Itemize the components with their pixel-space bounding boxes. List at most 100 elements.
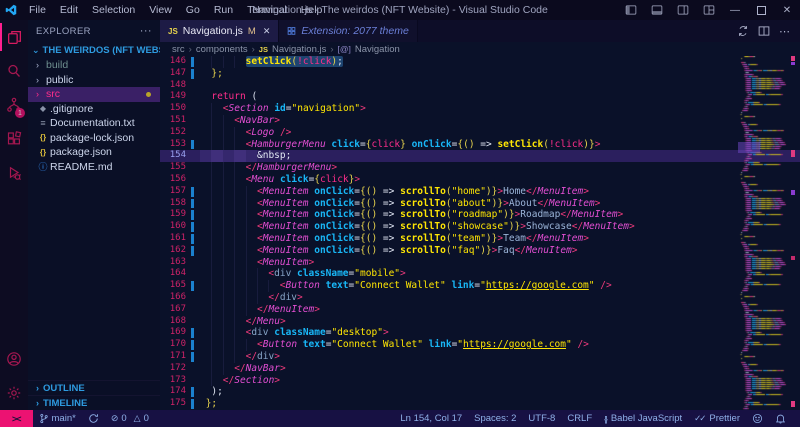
- project-root[interactable]: ⌄ THE WEIRDOS (NFT WEBSITE): [28, 42, 160, 58]
- code-line-163[interactable]: 163<MenuItem>: [160, 257, 800, 269]
- code-line-169[interactable]: 169<div className="desktop">: [160, 327, 800, 339]
- code-line-167[interactable]: 167</MenuItem>: [160, 304, 800, 316]
- search-icon[interactable]: [0, 54, 28, 88]
- menu-run[interactable]: Run: [207, 0, 240, 20]
- code-line-166[interactable]: 166</div>: [160, 292, 800, 304]
- chevron-right-icon: ›: [36, 75, 46, 85]
- gutter-spacer: [191, 150, 194, 162]
- code-line-153[interactable]: 153<HamburgerMenu click={click} onClick=…: [160, 139, 800, 151]
- layout-sidebar-button[interactable]: [618, 0, 644, 20]
- code-line-151[interactable]: 151<NavBar>: [160, 115, 800, 127]
- code-line-175[interactable]: 175};: [160, 398, 800, 410]
- formatter[interactable]: ✓✓Prettier: [688, 410, 746, 427]
- menu-help[interactable]: Help: [294, 0, 330, 20]
- close-icon[interactable]: ✕: [263, 26, 271, 37]
- problems[interactable]: ⊘0△0: [105, 410, 155, 427]
- menu-file[interactable]: File: [22, 0, 53, 20]
- code-line-146[interactable]: 146setClick(!click);: [160, 56, 800, 68]
- encoding[interactable]: UTF-8: [522, 410, 561, 427]
- layout-panel-button[interactable]: [644, 0, 670, 20]
- menu-go[interactable]: Go: [179, 0, 207, 20]
- json-icon: {}: [36, 133, 50, 142]
- folder-src[interactable]: ›src: [28, 87, 160, 102]
- folder-build[interactable]: ›build: [28, 58, 160, 73]
- folder-public[interactable]: ›public: [28, 73, 160, 88]
- line-number: 164: [160, 268, 191, 280]
- cursor-position[interactable]: Ln 154, Col 17: [394, 410, 468, 427]
- chevron-right-icon: ›: [36, 383, 39, 393]
- minimap[interactable]: [738, 56, 788, 410]
- file-package-lock-json[interactable]: {}package-lock.json: [28, 131, 160, 146]
- code-line-150[interactable]: 150<Section id="navigation">: [160, 103, 800, 115]
- extensions-icon[interactable]: [0, 122, 28, 156]
- menu-edit[interactable]: Edit: [53, 0, 85, 20]
- code-line-168[interactable]: 168</Menu>: [160, 316, 800, 328]
- json-icon: {}: [36, 148, 50, 157]
- breadcrumb-item[interactable]: src: [172, 44, 185, 55]
- menu-bar: FileEditSelectionViewGoRunTerminalHelp: [22, 0, 329, 20]
- explorer-icon[interactable]: [0, 20, 28, 54]
- close-button[interactable]: ✕: [774, 0, 800, 20]
- file--gitignore[interactable]: ◆.gitignore: [28, 102, 160, 117]
- code-line-161[interactable]: 161<MenuItem onClick={() => scrollTo("te…: [160, 233, 800, 245]
- explorer-more-actions-icon[interactable]: ···: [140, 25, 152, 37]
- settings-icon[interactable]: [0, 376, 28, 410]
- maximize-button[interactable]: [748, 0, 774, 20]
- indentation[interactable]: Spaces: 2: [468, 410, 522, 427]
- code-line-148[interactable]: 148: [160, 80, 800, 92]
- run-debug-icon[interactable]: [0, 156, 28, 190]
- code-line-172[interactable]: 172</NavBar>: [160, 363, 800, 375]
- breadcrumb-item[interactable]: Navigation: [355, 44, 400, 55]
- language-mode[interactable]: {}Babel JavaScript: [598, 410, 688, 427]
- more-actions-icon[interactable]: ⋯: [779, 22, 790, 40]
- code-editor[interactable]: 146setClick(!click);147};148149return (1…: [160, 56, 800, 410]
- panel-timeline[interactable]: ›TIMELINE: [28, 395, 160, 410]
- open-changes-icon[interactable]: [737, 25, 749, 37]
- file-readme-md[interactable]: ⓘREADME.md: [28, 160, 160, 175]
- breadcrumb[interactable]: src›components›JSNavigation.js›[@]Naviga…: [160, 42, 800, 56]
- code-line-155[interactable]: 155</HamburgerMenu>: [160, 162, 800, 174]
- line-content: <MenuItem onClick={() => scrollTo("showc…: [200, 221, 800, 233]
- menu-terminal[interactable]: Terminal: [240, 0, 294, 20]
- minimize-button[interactable]: —: [722, 0, 748, 20]
- code-line-152[interactable]: 152<Logo />: [160, 127, 800, 139]
- notifications[interactable]: [769, 410, 792, 427]
- tab-extension-2077-theme[interactable]: Extension: 2077 theme: [279, 20, 417, 42]
- feedback[interactable]: [746, 410, 769, 427]
- eol[interactable]: CRLF: [561, 410, 598, 427]
- tab-navigation-js[interactable]: JSNavigation.jsM✕: [160, 20, 279, 42]
- breadcrumb-item[interactable]: Navigation.js: [272, 44, 326, 55]
- remote-indicator[interactable]: ><: [0, 410, 33, 427]
- code-line-147[interactable]: 147};: [160, 68, 800, 80]
- menu-selection[interactable]: Selection: [85, 0, 142, 20]
- line-number: 163: [160, 257, 191, 269]
- panel-outline[interactable]: ›OUTLINE: [28, 380, 160, 395]
- menu-view[interactable]: View: [142, 0, 179, 20]
- code-line-174[interactable]: 174);: [160, 386, 800, 398]
- code-line-159[interactable]: 159<MenuItem onClick={() => scrollTo("ro…: [160, 209, 800, 221]
- code-line-149[interactable]: 149return (: [160, 91, 800, 103]
- layout-secondary-sidebar-button[interactable]: [670, 0, 696, 20]
- code-line-156[interactable]: 156<Menu click={click}>: [160, 174, 800, 186]
- code-line-164[interactable]: 164<div className="mobile">: [160, 268, 800, 280]
- file-package-json[interactable]: {}package.json: [28, 145, 160, 160]
- git-branch[interactable]: main*: [33, 410, 82, 427]
- layout-customize-button[interactable]: [696, 0, 722, 20]
- source-control-icon[interactable]: 1: [0, 88, 28, 122]
- split-editor-icon[interactable]: [758, 25, 770, 37]
- code-line-158[interactable]: 158<MenuItem onClick={() => scrollTo("ab…: [160, 198, 800, 210]
- chevron-right-icon: ›: [36, 398, 39, 408]
- code-line-162[interactable]: 162<MenuItem onClick={() => scrollTo("fa…: [160, 245, 800, 257]
- code-line-173[interactable]: 173</Section>: [160, 375, 800, 387]
- code-line-157[interactable]: 157<MenuItem onClick={() => scrollTo("ho…: [160, 186, 800, 198]
- breadcrumb-item[interactable]: components: [196, 44, 248, 55]
- code-line-171[interactable]: 171</div>: [160, 351, 800, 363]
- code-line-170[interactable]: 170<Button text="Connect Wallet" link="h…: [160, 339, 800, 351]
- code-line-160[interactable]: 160<MenuItem onClick={() => scrollTo("sh…: [160, 221, 800, 233]
- code-line-165[interactable]: 165<Button text="Connect Wallet" link="h…: [160, 280, 800, 292]
- account-icon[interactable]: [0, 342, 28, 376]
- sync[interactable]: [82, 410, 105, 427]
- code-line-154[interactable]: 154&nbsp;: [160, 150, 800, 162]
- line-number: 154: [160, 150, 191, 162]
- file-documentation-txt[interactable]: ≡Documentation.txt: [28, 116, 160, 131]
